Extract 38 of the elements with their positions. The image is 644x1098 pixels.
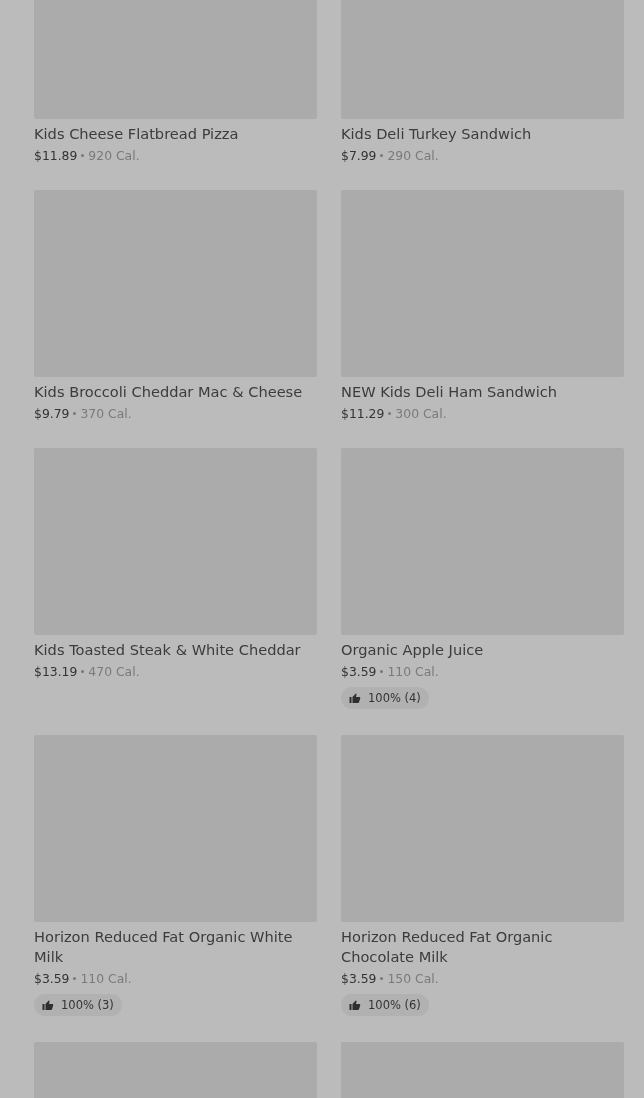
item-calories: 920 Cal. (88, 147, 140, 164)
item-calories: 300 Cal. (395, 405, 447, 422)
item-price: $9.79 (34, 405, 70, 422)
item-calories: 110 Cal. (80, 970, 132, 987)
separator-dot (380, 670, 384, 673)
thumbs-up-icon (349, 999, 361, 1011)
item-price: $3.59 (341, 663, 377, 680)
separator-dot (81, 670, 85, 673)
item-price: $13.19 (34, 663, 78, 680)
item-price: $7.99 (341, 147, 377, 164)
separator-dot (380, 977, 384, 980)
item-calories: 470 Cal. (88, 663, 140, 680)
item-calories: 110 Cal. (387, 663, 439, 680)
separator-dot (380, 154, 384, 157)
item-name[interactable]: Horizon Reduced Fat Organic Chocolate Milk (341, 927, 624, 967)
item-name[interactable]: Kids Cheese Flatbread Pizza (34, 124, 317, 144)
rating-text: 100% (4) (368, 690, 421, 706)
separator-dot (73, 412, 77, 415)
item-name[interactable]: NEW Kids Deli Ham Sandwich (341, 382, 624, 402)
separator-dot (73, 977, 77, 980)
separator-dot (81, 154, 85, 157)
rating-text: 100% (3) (61, 997, 114, 1013)
item-calories: 370 Cal. (80, 405, 132, 422)
item-name[interactable]: Kids Deli Turkey Sandwich (341, 124, 624, 144)
item-name[interactable]: Horizon Reduced Fat Organic White Milk (34, 927, 317, 967)
item-price: $3.59 (341, 970, 377, 987)
item-calories: 150 Cal. (387, 970, 439, 987)
item-price: $11.29 (341, 405, 385, 422)
item-name[interactable]: Kids Toasted Steak & White Cheddar (34, 640, 317, 660)
thumbs-up-icon (349, 692, 361, 704)
item-price: $3.59 (34, 970, 70, 987)
separator-dot (388, 412, 392, 415)
item-price: $11.89 (34, 147, 78, 164)
item-name[interactable]: Kids Broccoli Cheddar Mac & Cheese (34, 382, 317, 402)
item-calories: 290 Cal. (387, 147, 439, 164)
item-name[interactable]: Organic Apple Juice (341, 640, 624, 660)
rating-text: 100% (6) (368, 997, 421, 1013)
thumbs-up-icon (42, 999, 54, 1011)
